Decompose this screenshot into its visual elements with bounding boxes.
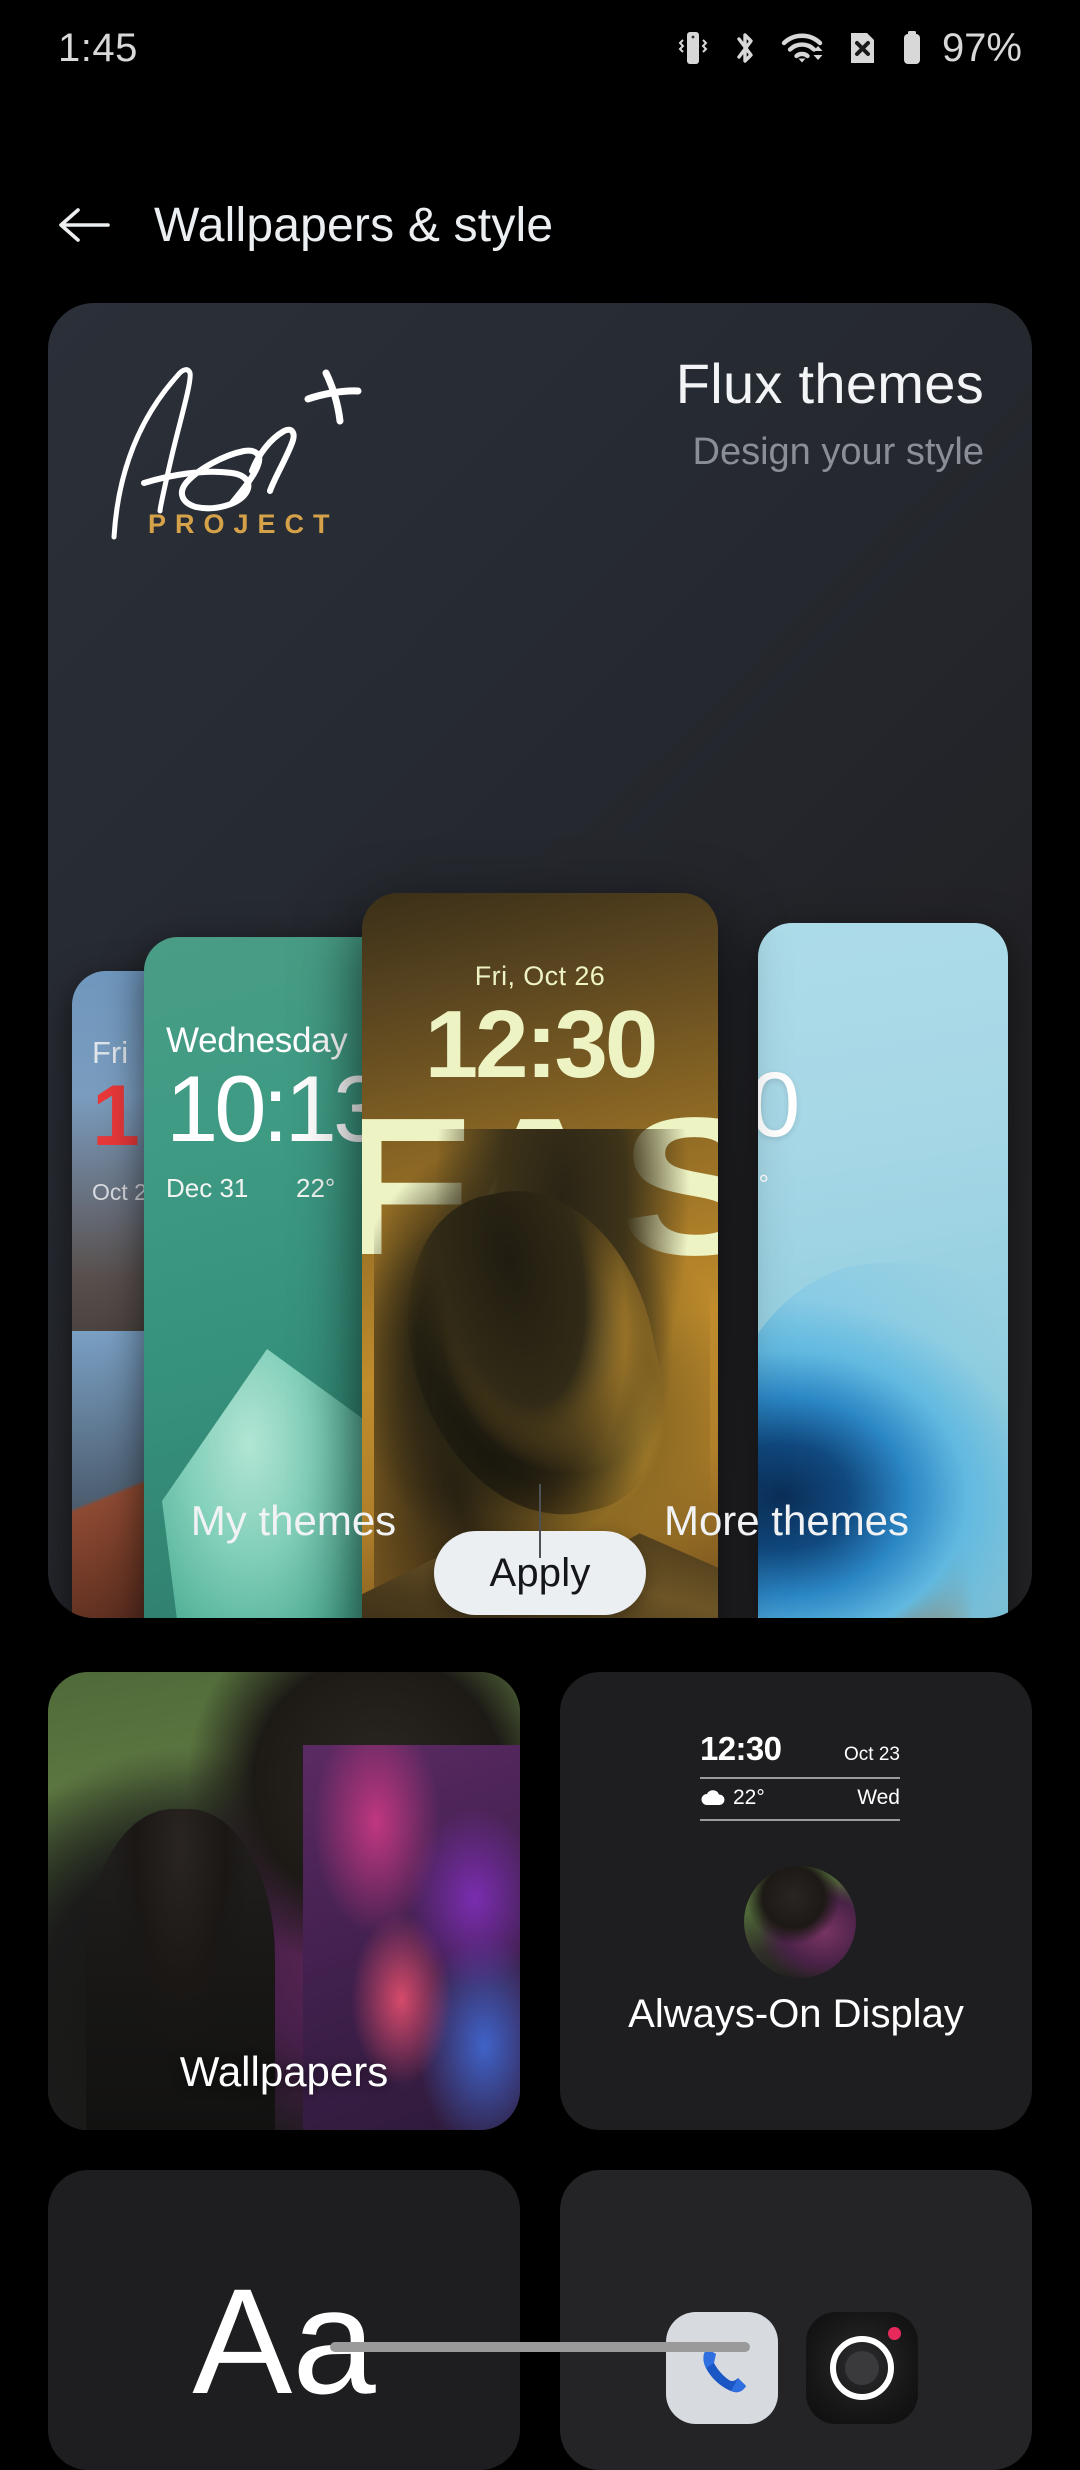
battery-icon — [903, 31, 920, 64]
aod-weekday: Wed — [857, 1786, 900, 1809]
status-bar-icons: 97% — [676, 26, 1022, 71]
aod-divider-bottom — [700, 1819, 900, 1821]
battery-percentage: 97% — [941, 25, 1022, 70]
preview-date: Fri, Oct 26 — [474, 961, 606, 991]
tab-my-themes[interactable]: My themes — [48, 1497, 539, 1545]
aod-widget-row-bottom: 22° Wed — [700, 1786, 900, 1810]
aod-divider-top — [700, 1777, 900, 1779]
camera-lens — [845, 2351, 879, 2385]
aod-avatar — [744, 1866, 856, 1978]
flux-card-subtitle: Design your style — [692, 431, 984, 473]
tile-fonts[interactable]: Aa — [48, 2170, 520, 2470]
phone-app-icon — [666, 2312, 778, 2424]
camera-indicator-dot — [888, 2327, 901, 2340]
preview-day: Fri — [92, 1035, 129, 1070]
aod-temperature: 22° — [733, 1786, 765, 1809]
brand-project-word: PROJECT — [148, 509, 339, 539]
vibrate-icon — [678, 32, 708, 64]
aod-time: 12:30 — [700, 1730, 782, 1767]
sim-card-off-icon — [850, 33, 874, 63]
aod-date: Oct 23 — [844, 1744, 900, 1765]
tile-always-on-display[interactable]: 12:30 Oct 23 22° Wed Always-On Display — [560, 1672, 1032, 2130]
flux-card-title: Flux themes — [675, 352, 984, 415]
tile-wallpapers-label: Wallpapers — [179, 2048, 389, 2095]
tile-aod-label: Always-On Display — [628, 1992, 964, 2036]
camera-lens-ring — [830, 2336, 894, 2400]
home-gesture-pill[interactable] — [330, 2342, 750, 2352]
preview-temperature: 22° — [296, 1173, 336, 1203]
page-title: Wallpapers & style — [154, 198, 554, 252]
tile-wallpapers[interactable]: Wallpapers — [48, 1672, 520, 2130]
preview-time: 10:13 — [166, 1056, 385, 1161]
bluetooth-icon — [737, 33, 753, 63]
flux-card-tabs: My themes More themes — [48, 1423, 1032, 1618]
fonts-glyph: Aa — [192, 2257, 376, 2425]
preview-time: 30 — [758, 1054, 800, 1156]
wifi-icon — [781, 33, 823, 63]
aod-widget-row-top: 12:30 Oct 23 — [700, 1730, 900, 1768]
aod-weather: 22° — [700, 1786, 765, 1810]
tab-more-themes[interactable]: More themes — [541, 1497, 1032, 1545]
preview-date: Dec 31 — [166, 1173, 249, 1203]
camera-app-icon — [806, 2312, 918, 2424]
preview-time: 1 — [92, 1068, 140, 1164]
status-bar: 1:45 97% — [0, 0, 1080, 96]
app-icon-preview-group — [666, 2312, 918, 2424]
cloud-icon — [701, 1790, 725, 1805]
preview-temperature: 2° — [758, 1169, 769, 1199]
back-arrow-icon[interactable] — [56, 202, 112, 248]
status-bar-clock: 1:45 — [58, 25, 138, 70]
aod-clock-widget: 12:30 Oct 23 22° Wed — [700, 1730, 900, 1828]
tile-icon-pack[interactable] — [560, 2170, 1032, 2470]
preview-date: Oct 2 — [92, 1179, 147, 1205]
flux-card-header: PROJECT Flux themes Design your style — [48, 303, 1032, 563]
flux-themes-card[interactable]: PROJECT Flux themes Design your style Fr… — [48, 303, 1032, 1618]
app-bar: Wallpapers & style — [0, 170, 1080, 280]
